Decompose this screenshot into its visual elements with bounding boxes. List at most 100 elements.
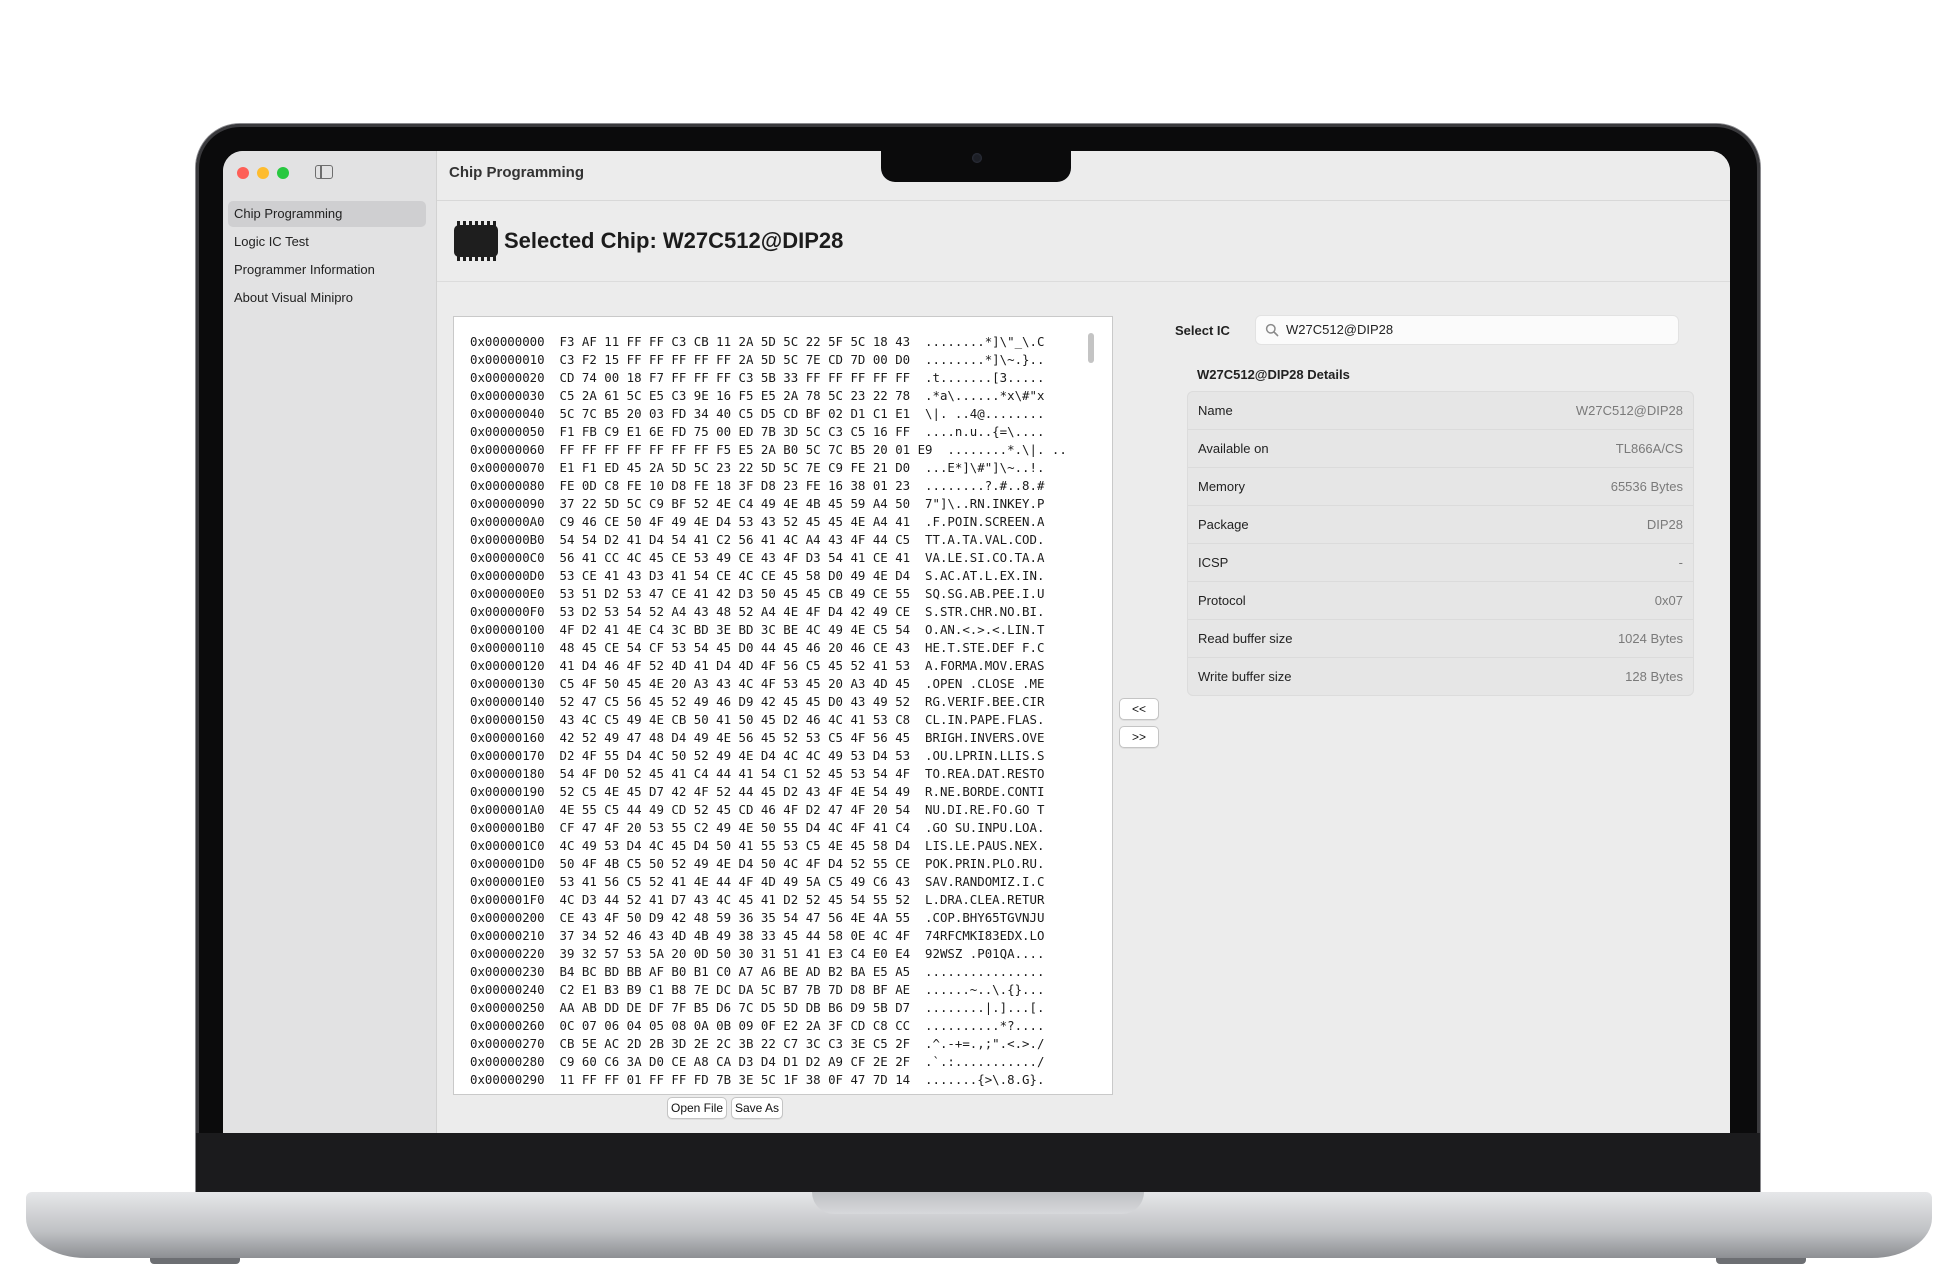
detail-row-available-on: Available on TL866A/CS	[1188, 430, 1693, 468]
selected-chip-heading: Selected Chip: W27C512@DIP28	[504, 228, 844, 253]
hex-line: 0x00000250 AA AB DD DE DF 7F B5 D6 7C D5…	[470, 1000, 1045, 1015]
hex-line: 0x000000B0 54 54 D2 41 D4 54 41 C2 56 41…	[470, 532, 1045, 547]
detail-key: Protocol	[1198, 593, 1246, 608]
detail-value: DIP28	[1646, 517, 1683, 532]
hex-line: 0x000001F0 4C D3 44 52 41 D7 43 4C 45 41…	[470, 892, 1045, 907]
select-ic-label: Select IC	[1175, 323, 1230, 338]
detail-value: 65536 Bytes	[1610, 479, 1683, 494]
hex-dump: 0x00000000 F3 AF 11 FF FF C3 CB 11 2A 5D…	[470, 333, 1067, 1089]
window-title: Chip Programming	[449, 164, 585, 181]
hex-line: 0x00000150 43 4C C5 49 4E CB 50 41 50 45…	[470, 712, 1045, 727]
detail-row-read-buffer: Read buffer size 1024 Bytes	[1188, 620, 1693, 658]
hex-line: 0x00000190 52 C5 4E 45 D7 42 4F 52 44 45…	[470, 784, 1045, 799]
hex-line: 0x00000110 48 45 CE 54 CF 53 54 45 D0 44…	[470, 640, 1045, 655]
hex-line: 0x00000280 C9 60 C6 3A D0 CE A8 CA D3 D4…	[470, 1054, 1045, 1069]
hex-line: 0x00000070 E1 F1 ED 45 2A 5D 5C 23 22 5D…	[470, 460, 1045, 475]
detail-row-name: Name W27C512@DIP28	[1188, 392, 1693, 430]
hex-line: 0x00000220 39 32 57 53 5A 20 0D 50 30 31…	[470, 946, 1045, 961]
hex-line: 0x00000290 11 FF FF 01 FF FF FD 7B 3E 5C…	[470, 1072, 1045, 1087]
laptop-foot-right	[1716, 1258, 1806, 1264]
detail-value: 128 Bytes	[1625, 669, 1683, 684]
detail-row-write-buffer: Write buffer size 128 Bytes	[1188, 658, 1693, 695]
minimize-window-button[interactable]	[257, 167, 269, 179]
hex-line: 0x000000C0 56 41 CC 4C 45 CE 53 49 CE 43…	[470, 550, 1045, 565]
detail-value: W27C512@DIP28	[1575, 403, 1683, 418]
hex-line: 0x000001C0 4C 49 53 D4 4C 45 D4 50 41 55…	[470, 838, 1045, 853]
hex-line: 0x000000A0 C9 46 CE 50 4F 49 4E D4 53 43…	[470, 514, 1045, 529]
camera-icon	[972, 153, 982, 163]
details-table: Name W27C512@DIP28 Available on TL866A/CS …	[1187, 391, 1694, 696]
hex-line: 0x00000230 B4 BC BD BB AF B0 B1 C0 A7 A6…	[470, 964, 1045, 979]
hex-line: 0x00000060 FF FF FF FF FF FF FF F5 E5 2A…	[470, 442, 1067, 457]
hex-line: 0x00000000 F3 AF 11 FF FF C3 CB 11 2A 5D…	[470, 334, 1045, 349]
detail-value: TL866A/CS	[1615, 441, 1683, 456]
hex-line: 0x00000160 42 52 49 47 48 D4 49 4E 56 45…	[470, 730, 1045, 745]
hex-line: 0x00000130 C5 4F 50 45 4E 20 A3 43 4C 4F…	[470, 676, 1045, 691]
hex-line: 0x00000080 FE 0D C8 FE 10 D8 FE 18 3F D8…	[470, 478, 1045, 493]
hex-line: 0x000000F0 53 D2 53 54 52 A4 43 48 52 A4…	[470, 604, 1045, 619]
hex-line: 0x000001D0 50 4F 4B C5 50 52 49 4E D4 50…	[470, 856, 1045, 871]
detail-row-package: Package DIP28	[1188, 506, 1693, 544]
detail-key: Write buffer size	[1198, 669, 1292, 684]
hex-line: 0x00000050 F1 FB C9 E1 6E FD 75 00 ED 7B…	[470, 424, 1045, 439]
detail-row-icsp: ICSP -	[1188, 544, 1693, 582]
detail-key: Memory	[1198, 479, 1245, 494]
screen: Chip Programming Logic IC Test Programme…	[223, 151, 1730, 1133]
hex-line: 0x00000270 CB 5E AC 2D 2B 3D 2E 2C 3B 22…	[470, 1036, 1045, 1051]
main-content: Chip Programming Selected Chip: W27C512@…	[437, 151, 1730, 1133]
detail-row-protocol: Protocol 0x07	[1188, 582, 1693, 620]
hex-line: 0x00000260 0C 07 06 04 05 08 0A 0B 09 0F…	[470, 1018, 1045, 1033]
hex-line: 0x00000120 41 D4 46 4F 52 4D 41 D4 4D 4F…	[470, 658, 1045, 673]
search-icon	[1265, 323, 1279, 337]
sidebar-item-chip-programming[interactable]: Chip Programming	[228, 201, 426, 227]
next-button[interactable]: >>	[1119, 726, 1159, 748]
detail-key: Package	[1198, 517, 1249, 532]
sidebar-toggle-icon[interactable]	[315, 165, 333, 179]
hex-scrollbar[interactable]	[1088, 333, 1094, 363]
sidebar-nav: Chip Programming Logic IC Test Programme…	[228, 201, 426, 313]
detail-key: ICSP	[1198, 555, 1229, 570]
laptop-chin	[196, 1133, 1760, 1193]
detail-row-memory: Memory 65536 Bytes	[1188, 468, 1693, 506]
hex-line: 0x00000200 CE 43 4F 50 D9 42 48 59 36 35…	[470, 910, 1045, 925]
details-title: W27C512@DIP28 Details	[1197, 367, 1350, 382]
detail-value: 0x07	[1654, 593, 1683, 608]
detail-value: -	[1678, 555, 1683, 570]
select-ic-search[interactable]: W27C512@DIP28	[1255, 315, 1679, 345]
title-bar: Chip Programming	[437, 151, 1730, 201]
chip-icon	[454, 221, 498, 261]
search-input[interactable]: W27C512@DIP28	[1286, 316, 1393, 344]
hex-line: 0x00000020 CD 74 00 18 F7 FF FF FF C3 5B…	[470, 370, 1045, 385]
hex-line: 0x000000E0 53 51 D2 53 47 CE 41 42 D3 50…	[470, 586, 1045, 601]
previous-button[interactable]: <<	[1119, 698, 1159, 720]
open-file-button[interactable]: Open File	[667, 1097, 727, 1119]
hex-line: 0x00000100 4F D2 41 4E C4 3C BD 3E BD 3C…	[470, 622, 1045, 637]
hex-viewer[interactable]: 0x00000000 F3 AF 11 FF FF C3 CB 11 2A 5D…	[453, 316, 1113, 1095]
detail-value: 1024 Bytes	[1617, 631, 1683, 646]
zoom-window-button[interactable]	[277, 167, 289, 179]
detail-key: Name	[1198, 403, 1233, 418]
save-as-button[interactable]: Save As	[731, 1097, 783, 1119]
close-window-button[interactable]	[237, 167, 249, 179]
hex-line: 0x00000040 5C 7C B5 20 03 FD 34 40 C5 D5…	[470, 406, 1045, 421]
laptop-base-notch	[812, 1192, 1144, 1214]
sidebar: Chip Programming Logic IC Test Programme…	[223, 151, 437, 1133]
laptop-foot-left	[150, 1258, 240, 1264]
sidebar-item-programmer-information[interactable]: Programmer Information	[228, 257, 426, 283]
sidebar-item-logic-ic-test[interactable]: Logic IC Test	[228, 229, 426, 255]
hex-line: 0x00000180 54 4F D0 52 45 41 C4 44 41 54…	[470, 766, 1045, 781]
hex-line: 0x00000090 37 22 5D 5C C9 BF 52 4E C4 49…	[470, 496, 1045, 511]
hex-line: 0x000001B0 CF 47 4F 20 53 55 C2 49 4E 50…	[470, 820, 1045, 835]
hex-line: 0x00000010 C3 F2 15 FF FF FF FF FF 2A 5D…	[470, 352, 1045, 367]
header-divider	[437, 281, 1730, 282]
hex-line: 0x00000240 C2 E1 B3 B9 C1 B8 7E DC DA 5C…	[470, 982, 1045, 997]
hex-line: 0x00000140 52 47 C5 56 45 52 49 46 D9 42…	[470, 694, 1045, 709]
hex-line: 0x000000D0 53 CE 41 43 D3 41 54 CE 4C CE…	[470, 568, 1045, 583]
hex-line: 0x00000170 D2 4F 55 D4 4C 50 52 49 4E D4…	[470, 748, 1045, 763]
hex-line: 0x000001E0 53 41 56 C5 52 41 4E 44 4F 4D…	[470, 874, 1045, 889]
detail-key: Read buffer size	[1198, 631, 1293, 646]
detail-key: Available on	[1198, 441, 1269, 456]
hex-line: 0x00000030 C5 2A 61 5C E5 C3 9E 16 F5 E5…	[470, 388, 1045, 403]
sidebar-item-about[interactable]: About Visual Minipro	[228, 285, 426, 311]
hex-line: 0x000001A0 4E 55 C5 44 49 CD 52 45 CD 46…	[470, 802, 1045, 817]
